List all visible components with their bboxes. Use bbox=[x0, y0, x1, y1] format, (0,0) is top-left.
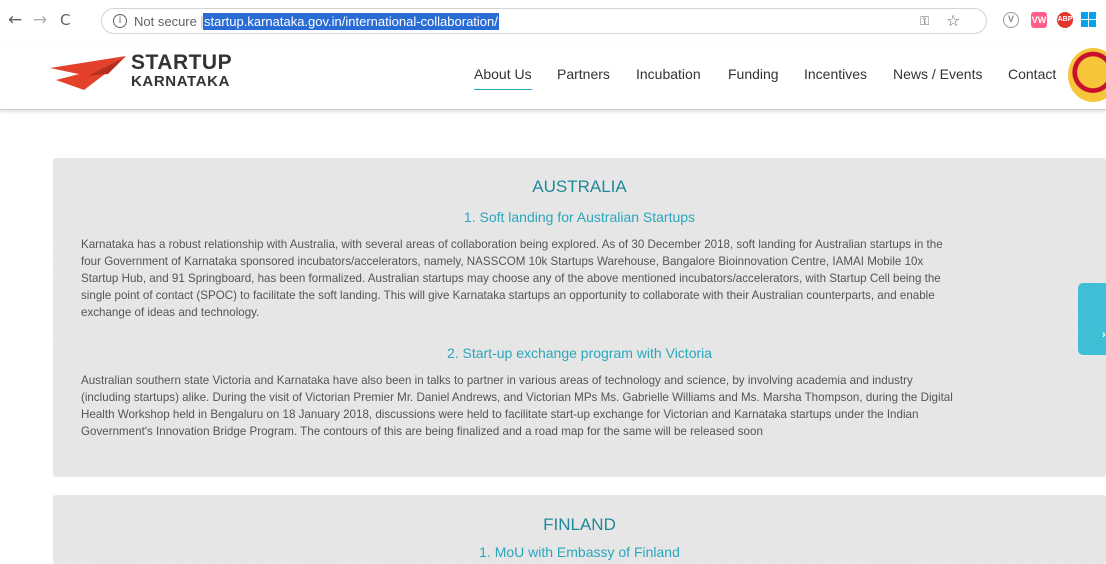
side-feedback-tab[interactable]: › bbox=[1078, 283, 1106, 355]
paragraph-line: Australian southern state Victoria and K… bbox=[81, 374, 913, 387]
logo-text-line1[interactable]: STARTUP bbox=[131, 52, 232, 73]
url-text[interactable]: startup.karnataka.gov.in/international-c… bbox=[203, 13, 499, 30]
menu-item-incubation[interactable]: Incubation bbox=[636, 66, 701, 82]
menu-item-funding[interactable]: Funding bbox=[728, 66, 779, 82]
reload-icon[interactable]: C bbox=[60, 12, 70, 28]
address-bar[interactable]: i Not secure | startup.karnataka.gov.in/… bbox=[101, 8, 987, 34]
item-paragraph: Karnataka has a robust relationship with… bbox=[81, 236, 1091, 321]
item-paragraph: Australian southern state Victoria and K… bbox=[81, 372, 1091, 440]
menu-item-incentives[interactable]: Incentives bbox=[804, 66, 867, 82]
menu-item-contact[interactable]: Contact bbox=[1008, 66, 1056, 82]
startup-karnataka-logo-icon[interactable] bbox=[48, 54, 128, 94]
paragraph-line: four Government of Karnataka sponsored i… bbox=[81, 255, 924, 268]
paragraph-line: (including startups) alike. During the v… bbox=[81, 391, 953, 404]
menu-item-partners[interactable]: Partners bbox=[557, 66, 610, 82]
side-tab-icon: › bbox=[1102, 329, 1106, 341]
logo-text-line2[interactable]: KARNATAKA bbox=[131, 74, 230, 90]
government-emblem-icon bbox=[1068, 48, 1106, 102]
paragraph-line: Health Workshop held in Bengaluru on 18 … bbox=[81, 408, 919, 421]
country-heading: AUSTRALIA bbox=[532, 177, 627, 196]
security-label[interactable]: Not secure bbox=[134, 14, 197, 29]
item-heading: 2. Start-up exchange program with Victor… bbox=[446, 345, 713, 361]
section-australia: AUSTRALIA 1. Soft landing for Australian… bbox=[53, 158, 1106, 477]
adblock-extension-icon[interactable]: ABP bbox=[1057, 12, 1073, 28]
info-icon[interactable]: i bbox=[113, 14, 127, 28]
paragraph-line: Startup Hub, and 91 Springboard, has bee… bbox=[81, 272, 941, 285]
paragraph-line: single point of contact (SPOC) to facili… bbox=[81, 289, 935, 302]
vw-extension-icon[interactable]: VW bbox=[1031, 12, 1047, 28]
site-header: STARTUP KARNATAKA About Us Partners Incu… bbox=[0, 42, 1106, 110]
menu-item-about-us[interactable]: About Us bbox=[474, 66, 532, 90]
country-heading: FINLAND bbox=[543, 515, 616, 534]
paragraph-line: Government's Innovation Bridge Program. … bbox=[81, 425, 763, 438]
key-icon[interactable]: ⚿ bbox=[920, 14, 929, 29]
paragraph-line: exchange of ideas and technology. bbox=[81, 306, 260, 319]
menu-item-news-events[interactable]: News / Events bbox=[893, 66, 982, 82]
paragraph-line: Karnataka has a robust relationship with… bbox=[81, 238, 943, 251]
vpn-extension-icon[interactable]: V bbox=[1003, 12, 1019, 28]
item-heading: 1. Soft landing for Australian Startups bbox=[463, 209, 696, 225]
section-finland: FINLAND 1. MoU with Embassy of Finland bbox=[53, 495, 1106, 564]
bookmark-star-icon[interactable]: ☆ bbox=[946, 11, 960, 30]
item-heading: 1. MoU with Embassy of Finland bbox=[479, 544, 680, 560]
forward-icon[interactable]: → bbox=[33, 12, 47, 29]
windows-extension-icon[interactable] bbox=[1081, 12, 1097, 28]
back-icon[interactable]: ← bbox=[8, 12, 22, 29]
browser-toolbar: ← → C i Not secure | startup.karnataka.g… bbox=[0, 0, 1106, 42]
